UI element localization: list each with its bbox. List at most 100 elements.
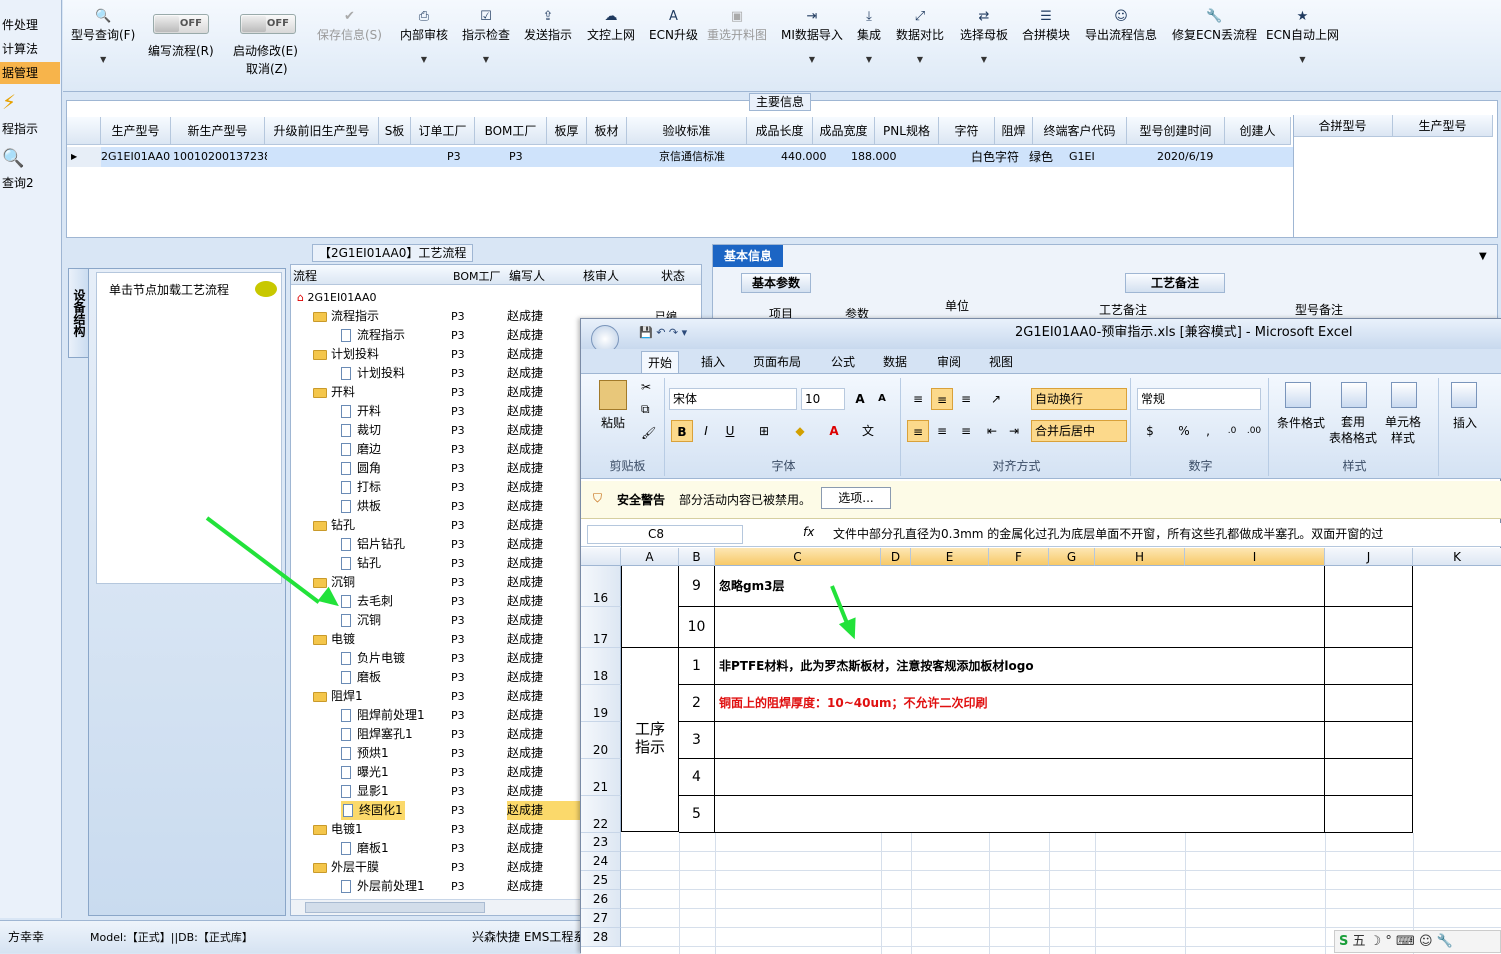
row-header[interactable]: 28 (581, 928, 621, 947)
cancel-button[interactable]: 取消(Z) (246, 60, 288, 77)
row-header[interactable]: 21 (581, 759, 621, 796)
indicate-check-button[interactable]: ☑ 指示检查 ▼ (462, 8, 510, 64)
cell-j[interactable] (1325, 722, 1413, 759)
sidebar-item-3[interactable]: 据管理 (0, 62, 60, 84)
integrate-button[interactable]: ⤓ 集成 ▼ (857, 8, 881, 64)
function-icon[interactable]: fx (803, 525, 814, 539)
merge-center-button[interactable]: 合并后居中 (1031, 420, 1127, 442)
col-header-G[interactable]: G (1049, 548, 1095, 566)
cell-j[interactable] (1325, 607, 1413, 648)
col-header[interactable]: 终端客户代码 (1033, 117, 1127, 145)
table-format-button[interactable]: 套用 表格格式 (1329, 414, 1377, 446)
cell-b[interactable]: 5 (679, 796, 715, 833)
format-painter-icon[interactable]: 🖌 (641, 426, 656, 440)
col-header-I[interactable]: I (1185, 548, 1325, 566)
col-header[interactable]: 型号创建时间 (1127, 117, 1225, 145)
start-edit-toggle[interactable]: OFF (240, 14, 296, 34)
orientation-icon[interactable]: ↗ (985, 388, 1007, 410)
ecn-auto-online-button[interactable]: ★ ECN自动上网 ▼ (1266, 8, 1339, 64)
cell-c[interactable] (715, 759, 1325, 796)
border-icon[interactable]: ⊞ (753, 420, 775, 442)
row-header[interactable]: 16 (581, 566, 621, 607)
col-header[interactable]: 创建人 (1225, 117, 1291, 145)
cell-c[interactable]: 忽略gm3层 (715, 566, 1325, 607)
sidebar-item-1[interactable]: 件处理 (0, 14, 60, 36)
cell-j[interactable] (1325, 685, 1413, 722)
paste-icon[interactable] (599, 380, 627, 410)
cell-c[interactable]: 铜面上的阻焊厚度：10~40um；不允许二次印刷 (715, 685, 1325, 722)
cell-b[interactable]: 4 (679, 759, 715, 796)
col-header[interactable]: 板材 (587, 117, 627, 145)
node-box[interactable]: 单击节点加载工艺流程 (96, 272, 282, 584)
sidebar-item-4[interactable]: 程指示 (0, 118, 60, 140)
col-header[interactable]: 字符 (939, 117, 995, 145)
number-format-select[interactable]: 常规 (1137, 388, 1261, 410)
spreadsheet[interactable]: A B C D E F G H I J K 16 9 忽略gm3层 17 10 18 1 非P… (581, 548, 1501, 954)
underline-button[interactable]: U (719, 420, 741, 442)
col-header[interactable]: 核审人 (583, 267, 619, 284)
tree-root[interactable]: ⌂ 2G1EI01AA0 已编 (291, 288, 701, 323)
folder-search-icon[interactable]: 🔍 (2, 148, 24, 169)
increase-decimal-icon[interactable]: .0 (1221, 420, 1243, 442)
phonetic-icon[interactable]: 文 (857, 420, 879, 442)
table-format-icon[interactable] (1341, 382, 1367, 408)
shrink-font-icon[interactable]: A (871, 388, 893, 410)
decrease-indent-icon[interactable]: ⇤ (981, 420, 1003, 442)
paste-button[interactable]: 粘贴 (601, 414, 625, 431)
tab-data[interactable]: 数据 (877, 351, 913, 373)
col-header-J[interactable]: J (1325, 548, 1413, 566)
tab-view[interactable]: 视图 (983, 351, 1019, 373)
export-flow-button[interactable]: ☺ 导出流程信息 (1085, 8, 1157, 43)
internal-review-button[interactable]: ⎙ 内部审核 ▼ (400, 8, 448, 64)
row-header[interactable]: 18 (581, 648, 621, 685)
cell-j[interactable] (1325, 566, 1413, 607)
fix-ecn-flow-button[interactable]: 🔧 修复ECN丢流程 (1172, 8, 1257, 43)
cut-icon[interactable]: ✂ (641, 380, 651, 394)
tab-equipment-structure[interactable]: 设备结构 (68, 268, 90, 358)
col-header-D[interactable]: D (881, 548, 911, 566)
align-bottom-icon[interactable]: ≡ (955, 388, 977, 410)
conditional-format-button[interactable]: 条件格式 (1277, 414, 1325, 431)
col-header[interactable]: BOM工厂 (475, 117, 547, 145)
row-header[interactable]: 20 (581, 722, 621, 759)
data-compare-button[interactable]: ⤢ 数据对比 ▼ (896, 8, 944, 64)
cell-b[interactable]: 3 (679, 722, 715, 759)
cell-b[interactable]: 1 (679, 648, 715, 685)
chevron-down-icon[interactable]: ▼ (1479, 251, 1487, 262)
col-header-F[interactable]: F (989, 548, 1049, 566)
name-box[interactable]: C8 (587, 525, 743, 544)
align-middle-icon[interactable]: ≡ (931, 388, 953, 410)
tab-formulas[interactable]: 公式 (825, 351, 861, 373)
cell-j[interactable] (1325, 759, 1413, 796)
col-header[interactable]: 编写人 (509, 267, 545, 284)
send-indicate-button[interactable]: ⇪ 发送指示 (524, 8, 572, 43)
row-header[interactable]: 19 (581, 685, 621, 722)
increase-indent-icon[interactable]: ⇥ (1003, 420, 1025, 442)
insert-button[interactable]: 插入 (1453, 414, 1477, 431)
formula-input[interactable]: 文件中部分孔直径为0.3mm 的金属化过孔为底层单面不开窗，所有这些孔都做成半塞… (833, 525, 1501, 542)
align-center-icon[interactable]: ≡ (931, 420, 953, 442)
col-header[interactable]: 合拼型号 (1293, 115, 1393, 137)
fill-color-icon[interactable]: ◆ (789, 420, 811, 442)
cell-b[interactable]: 10 (679, 607, 715, 648)
cell-style-icon[interactable] (1391, 382, 1417, 408)
align-left-icon[interactable]: ≡ (907, 420, 929, 442)
col-header-B[interactable]: B (679, 548, 715, 566)
cell-c[interactable] (715, 722, 1325, 759)
cell-c[interactable] (715, 796, 1325, 833)
cell-c[interactable]: 非PTFE材料，此为罗杰斯板材，注意按客规添加板材logo (715, 648, 1325, 685)
cell-b[interactable]: 9 (679, 566, 715, 607)
row-header[interactable]: 17 (581, 607, 621, 648)
col-header[interactable]: 升级前旧生产型号 (265, 117, 379, 145)
row-indicator[interactable]: ▶ (67, 147, 101, 167)
mi-import-button[interactable]: ⇥ MI数据导入 ▼ (781, 8, 843, 64)
col-header-H[interactable]: H (1095, 548, 1185, 566)
font-name-select[interactable]: 宋体 (669, 388, 797, 410)
col-header[interactable]: 状态 (661, 267, 685, 284)
cell-c[interactable] (715, 607, 1325, 648)
font-color-icon[interactable]: A (823, 420, 845, 442)
col-header[interactable]: 流程 (293, 267, 317, 284)
row-header[interactable]: 24 (581, 852, 621, 871)
align-top-icon[interactable]: ≡ (907, 388, 929, 410)
col-header[interactable]: 成品宽度 (813, 117, 875, 145)
